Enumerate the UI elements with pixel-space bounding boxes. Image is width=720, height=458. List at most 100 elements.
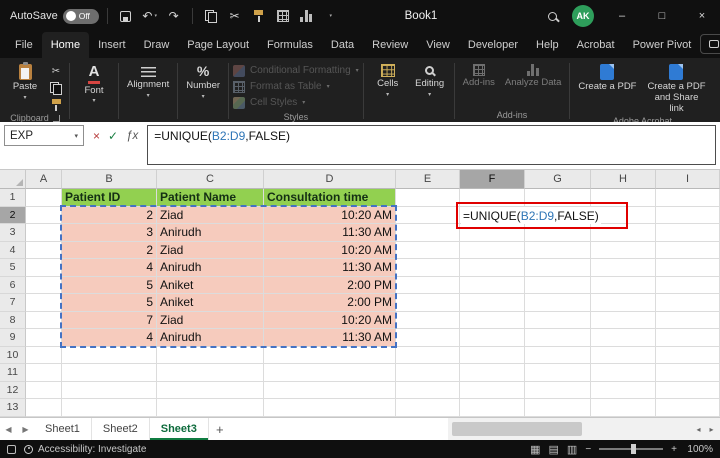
conditional-formatting-button[interactable]: Conditional Formatting ▾ [233, 63, 359, 78]
cell-I13[interactable] [656, 399, 720, 417]
cell-I5[interactable] [656, 259, 720, 277]
cell-D10[interactable] [264, 347, 396, 365]
cell-G10[interactable] [525, 347, 591, 365]
cell-H5[interactable] [591, 259, 656, 277]
addins-button[interactable]: Add-ins [459, 61, 499, 89]
zoom-level[interactable]: 100% [685, 444, 713, 455]
cell-G11[interactable] [525, 364, 591, 382]
row-header-12[interactable]: 12 [0, 382, 26, 400]
cell-E13[interactable] [396, 399, 460, 417]
menu-tab-file[interactable]: File [6, 32, 42, 58]
cell-F6[interactable] [460, 277, 525, 295]
column-header-A[interactable]: A [26, 170, 62, 189]
sheet-tab-sheet3[interactable]: Sheet3 [150, 418, 209, 440]
cell-A8[interactable] [26, 312, 62, 330]
autosave-control[interactable]: AutoSave Off [10, 9, 99, 24]
cell-D12[interactable] [264, 382, 396, 400]
redo-icon[interactable]: ↷ [164, 4, 184, 28]
cell-styles-button[interactable]: Cell Styles ▾ [233, 95, 359, 110]
row-header-13[interactable]: 13 [0, 399, 26, 417]
menu-tab-developer[interactable]: Developer [459, 32, 527, 58]
comments-button[interactable]: Comments [700, 34, 720, 54]
create-pdf-share-button[interactable]: Create a PDF and Share link [642, 61, 710, 115]
view-page-layout-icon[interactable]: ▤ [549, 443, 559, 456]
dialog-launcher-icon[interactable] [53, 115, 60, 122]
cell-E8[interactable] [396, 312, 460, 330]
horizontal-scrollbar[interactable]: ◂ ▸ [448, 418, 720, 440]
cell-H3[interactable] [591, 224, 656, 242]
create-pdf-button[interactable]: Create a PDF [574, 61, 640, 93]
menu-tab-insert[interactable]: Insert [89, 32, 135, 58]
menu-tab-page-layout[interactable]: Page Layout [178, 32, 258, 58]
column-header-C[interactable]: C [157, 170, 264, 189]
cell-A4[interactable] [26, 242, 62, 260]
cell-D9[interactable]: 11:30 AM [264, 329, 396, 347]
view-page-break-icon[interactable]: ▥ [567, 443, 577, 456]
cell-B13[interactable] [62, 399, 157, 417]
menu-tab-review[interactable]: Review [363, 32, 417, 58]
analyze-data-button[interactable]: Analyze Data [501, 61, 566, 89]
paste-button[interactable]: Paste ▾ [5, 61, 45, 101]
new-sheet-button[interactable]: + [209, 418, 231, 440]
sheet-tab-sheet1[interactable]: Sheet1 [34, 418, 92, 440]
cell-B3[interactable]: 3 [62, 224, 157, 242]
cell-E7[interactable] [396, 294, 460, 312]
cell-C12[interactable] [157, 382, 264, 400]
cell-C9[interactable]: Anirudh [157, 329, 264, 347]
row-header-7[interactable]: 7 [0, 294, 26, 312]
active-cell-editor[interactable]: =UNIQUE(B2:D9,FALSE) [461, 207, 601, 224]
format-painter-icon[interactable] [47, 98, 65, 112]
cell-G8[interactable] [525, 312, 591, 330]
row-header-4[interactable]: 4 [0, 242, 26, 260]
cell-F10[interactable] [460, 347, 525, 365]
cell-E1[interactable] [396, 189, 460, 207]
cut-icon[interactable]: ✂ [225, 4, 245, 28]
column-header-D[interactable]: D [264, 170, 396, 189]
row-header-2[interactable]: 2 [0, 207, 26, 225]
copy-icon[interactable] [47, 81, 65, 95]
cell-B1[interactable]: Patient ID [62, 189, 157, 207]
cell-C8[interactable]: Ziad [157, 312, 264, 330]
name-box[interactable]: EXP ▾ [4, 125, 84, 146]
cell-H11[interactable] [591, 364, 656, 382]
cell-H8[interactable] [591, 312, 656, 330]
cell-E10[interactable] [396, 347, 460, 365]
cell-F8[interactable] [460, 312, 525, 330]
editing-button[interactable]: Editing ▾ [410, 61, 450, 98]
cell-D3[interactable]: 11:30 AM [264, 224, 396, 242]
cell-B2[interactable]: 2 [62, 207, 157, 225]
cell-I8[interactable] [656, 312, 720, 330]
zoom-slider-thumb[interactable] [631, 444, 636, 454]
cell-B11[interactable] [62, 364, 157, 382]
cell-D11[interactable] [264, 364, 396, 382]
zoom-slider[interactable] [599, 448, 663, 450]
cell-C4[interactable]: Ziad [157, 242, 264, 260]
cell-I1[interactable] [656, 189, 720, 207]
minimize-button[interactable]: – [604, 0, 640, 32]
font-button[interactable]: A Font ▾ [74, 61, 114, 104]
cell-A12[interactable] [26, 382, 62, 400]
cell-E4[interactable] [396, 242, 460, 260]
cell-C2[interactable]: Ziad [157, 207, 264, 225]
menu-tab-draw[interactable]: Draw [135, 32, 179, 58]
cell-H2[interactable] [591, 207, 656, 225]
cell-C1[interactable]: Patient Name [157, 189, 264, 207]
menu-tab-help[interactable]: Help [527, 32, 568, 58]
cell-H6[interactable] [591, 277, 656, 295]
row-header-8[interactable]: 8 [0, 312, 26, 330]
cell-A13[interactable] [26, 399, 62, 417]
cell-G3[interactable] [525, 224, 591, 242]
cell-I6[interactable] [656, 277, 720, 295]
cell-E11[interactable] [396, 364, 460, 382]
row-header-9[interactable]: 9 [0, 329, 26, 347]
cell-H1[interactable] [591, 189, 656, 207]
formula-input[interactable]: =UNIQUE(B2:D9,FALSE) [147, 125, 716, 165]
cell-D1[interactable]: Consultation time [264, 189, 396, 207]
cell-G12[interactable] [525, 382, 591, 400]
menu-tab-power-pivot[interactable]: Power Pivot [624, 32, 701, 58]
format-painter-icon[interactable] [249, 4, 269, 28]
cell-B9[interactable]: 4 [62, 329, 157, 347]
column-header-I[interactable]: I [656, 170, 720, 189]
cell-A1[interactable] [26, 189, 62, 207]
cell-A7[interactable] [26, 294, 62, 312]
